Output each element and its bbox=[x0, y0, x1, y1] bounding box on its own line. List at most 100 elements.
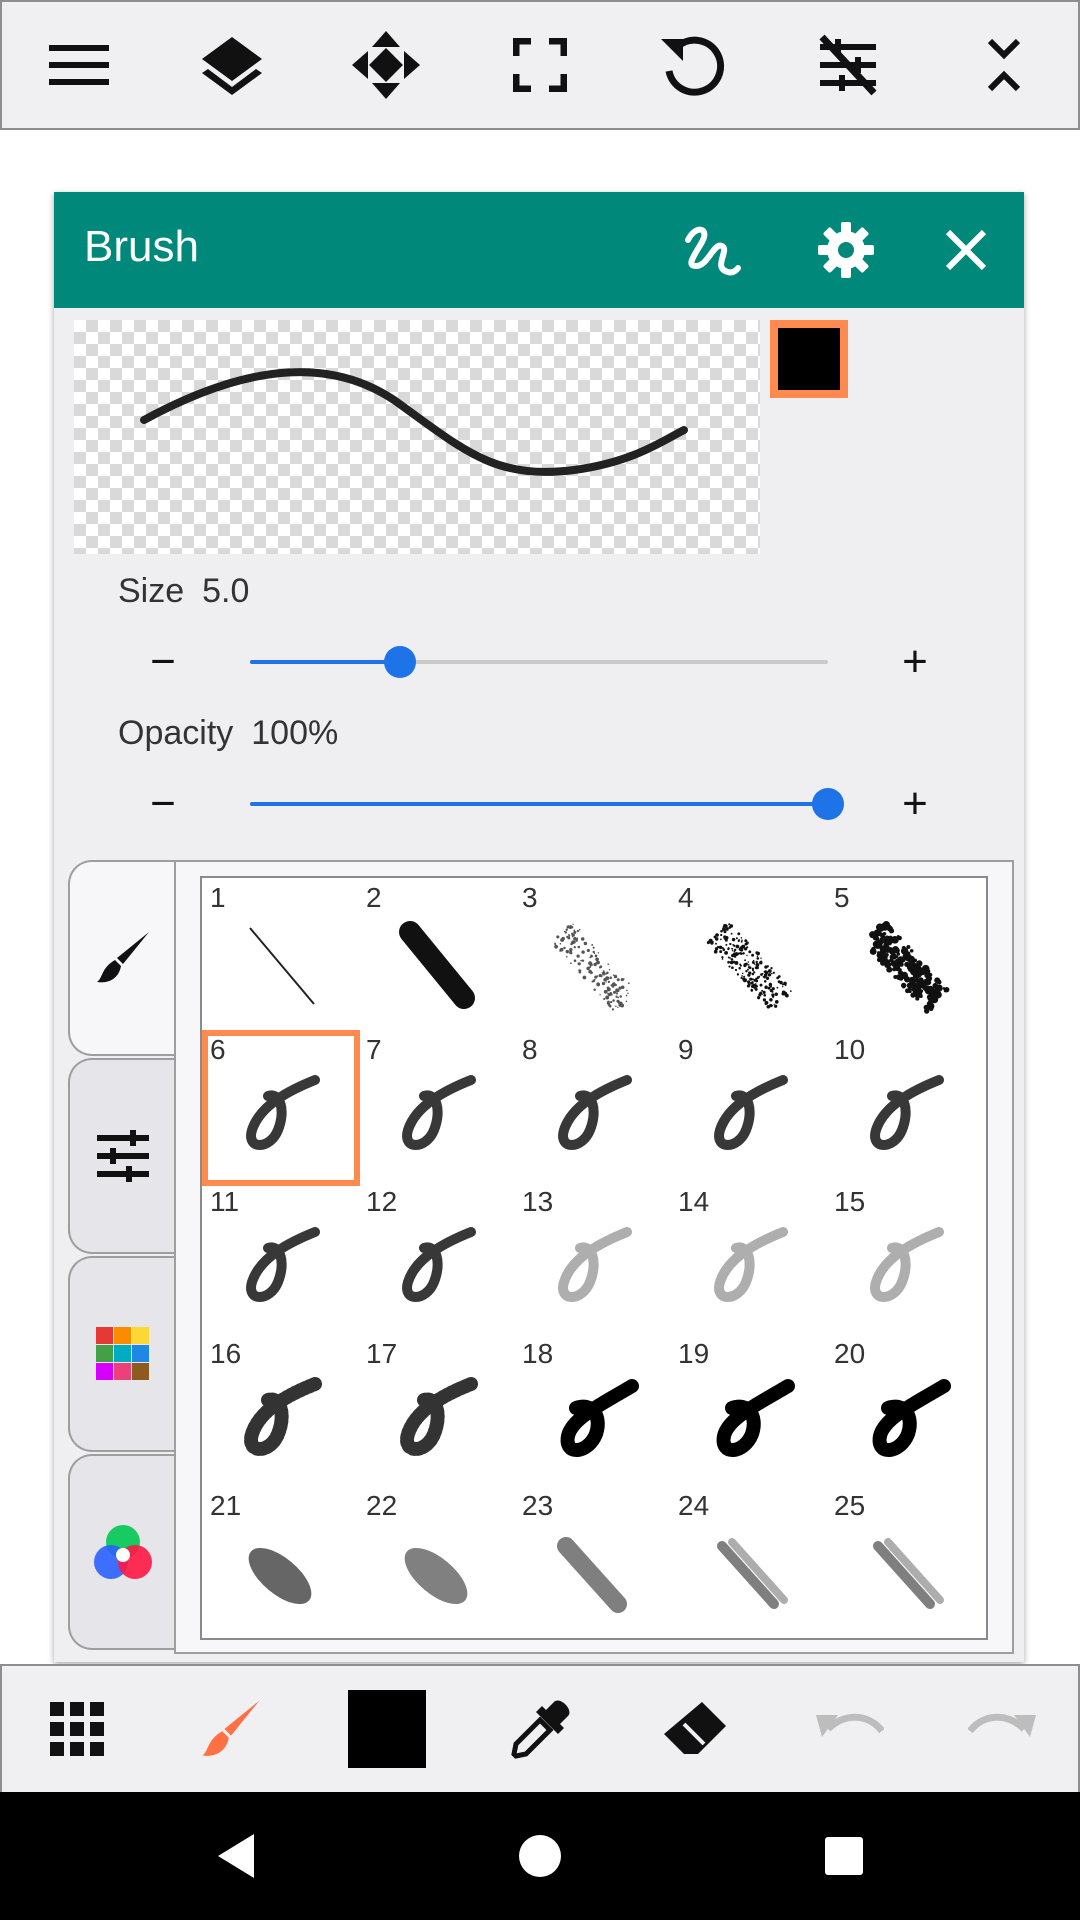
move-icon bbox=[352, 31, 420, 99]
home-button[interactable] bbox=[500, 1816, 580, 1896]
color-button[interactable] bbox=[322, 1666, 452, 1792]
undo-icon bbox=[816, 1713, 884, 1737]
settings-button[interactable] bbox=[806, 210, 886, 290]
opacity-value: 100% bbox=[251, 714, 339, 752]
opacity-slider-thumb[interactable] bbox=[812, 788, 844, 820]
brush-preset-4[interactable]: 4 bbox=[670, 878, 826, 1030]
undo-button[interactable] bbox=[784, 1666, 914, 1792]
brush-preset-5[interactable]: 5 bbox=[826, 878, 982, 1030]
top-toolbar bbox=[0, 0, 1080, 130]
brush-preset-16[interactable]: 16 bbox=[202, 1334, 358, 1486]
brush-preset-15[interactable]: 15 bbox=[826, 1182, 982, 1334]
brush-thumbnail-image bbox=[870, 1227, 944, 1302]
grid-button[interactable] bbox=[12, 1666, 142, 1792]
brush-preset-22[interactable]: 22 bbox=[358, 1486, 514, 1638]
brush-preset-18[interactable]: 18 bbox=[514, 1334, 670, 1486]
grid-icon bbox=[50, 1702, 104, 1756]
brush-thumbnail-image bbox=[558, 1075, 632, 1150]
rotate-button[interactable] bbox=[632, 2, 752, 128]
palette-icon bbox=[96, 1327, 149, 1380]
brush-preview bbox=[74, 320, 760, 554]
size-decrease-button[interactable]: − bbox=[128, 627, 198, 697]
brush-preset-17[interactable]: 17 bbox=[358, 1334, 514, 1486]
size-slider[interactable] bbox=[250, 646, 828, 678]
size-label-row: Size 5.0 bbox=[118, 572, 267, 611]
brush-thumbnail-image bbox=[870, 1075, 944, 1150]
brush-thumbnail-image bbox=[402, 1227, 476, 1302]
brush-preset-20[interactable]: 20 bbox=[826, 1334, 982, 1486]
brush-preset-23[interactable]: 23 bbox=[514, 1486, 670, 1638]
brush-thumbnail-image bbox=[246, 1227, 320, 1302]
brush-thumbnail-image bbox=[873, 1538, 944, 1609]
brush-preset-9[interactable]: 9 bbox=[670, 1030, 826, 1182]
eyedropper-button[interactable] bbox=[476, 1666, 606, 1792]
opacity-slider[interactable] bbox=[250, 788, 844, 820]
brush-thumbnail-image bbox=[554, 923, 630, 1011]
brush-preset-21[interactable]: 21 bbox=[202, 1486, 358, 1638]
brush-thumbnail-image bbox=[244, 1377, 322, 1456]
brush-preset-12[interactable]: 12 bbox=[358, 1182, 514, 1334]
brush-preset-19[interactable]: 19 bbox=[670, 1334, 826, 1486]
eyedropper-icon bbox=[511, 1700, 570, 1759]
brush-preset-14[interactable]: 14 bbox=[670, 1182, 826, 1334]
brush-thumbnail-image bbox=[400, 1377, 478, 1456]
brush-color-swatch[interactable] bbox=[770, 320, 848, 398]
eraser-icon bbox=[664, 1702, 726, 1754]
redo-button[interactable] bbox=[938, 1666, 1068, 1792]
stroke-button[interactable] bbox=[672, 210, 752, 290]
fullscreen-button[interactable] bbox=[480, 2, 600, 128]
move-button[interactable] bbox=[326, 2, 446, 128]
brush-thumbnail-image bbox=[558, 1227, 632, 1302]
menu-button[interactable] bbox=[19, 2, 139, 128]
filter-off-button[interactable] bbox=[788, 2, 908, 128]
tab-palette[interactable] bbox=[68, 1256, 176, 1452]
adjust-icon bbox=[97, 1130, 149, 1182]
opacity-decrease-button[interactable]: − bbox=[128, 769, 198, 839]
brush-preset-25[interactable]: 25 bbox=[826, 1486, 982, 1638]
brush-thumbnail-image bbox=[869, 920, 950, 1014]
size-slider-thumb[interactable] bbox=[384, 646, 417, 678]
opacity-slider-fill bbox=[250, 802, 828, 806]
current-color-swatch bbox=[348, 1690, 426, 1768]
brush-icon bbox=[97, 932, 149, 983]
brush-preset-11[interactable]: 11 bbox=[202, 1182, 358, 1334]
brush-preset-7[interactable]: 7 bbox=[358, 1030, 514, 1182]
tab-color-wheel[interactable] bbox=[68, 1454, 176, 1650]
brush-preset-6[interactable]: 6 bbox=[202, 1030, 360, 1186]
brush-grid: 1 2 3 4 5 6 7 8 9 10 11 12 13 14 15 16 17 18 19 20 21 22 23 24 2… bbox=[200, 876, 988, 1640]
tab-brushes[interactable] bbox=[68, 860, 176, 1056]
close-icon bbox=[945, 229, 987, 271]
brush-preset-3[interactable]: 3 bbox=[514, 878, 670, 1030]
layers-button[interactable] bbox=[172, 2, 292, 128]
brush-thumbnail-image bbox=[716, 1379, 795, 1457]
brush-preset-8[interactable]: 8 bbox=[514, 1030, 670, 1182]
filter-off-icon bbox=[819, 34, 877, 96]
brush-preset-13[interactable]: 13 bbox=[514, 1182, 670, 1334]
size-increase-button[interactable]: + bbox=[880, 627, 950, 697]
settings-icon bbox=[818, 222, 874, 278]
stroke-icon bbox=[685, 226, 741, 276]
size-label: Size bbox=[118, 572, 185, 610]
collapse-button[interactable] bbox=[944, 2, 1064, 128]
brush-tool-button[interactable] bbox=[166, 1666, 296, 1792]
brush-preset-1[interactable]: 1 bbox=[202, 878, 358, 1030]
recents-button[interactable] bbox=[804, 1816, 884, 1896]
opacity-label-row: Opacity 100% bbox=[118, 714, 356, 753]
panel-header: Brush bbox=[54, 192, 1024, 308]
brush-thumbnail-image bbox=[249, 927, 315, 1005]
tab-adjust[interactable] bbox=[68, 1058, 176, 1254]
back-button[interactable] bbox=[196, 1816, 276, 1896]
system-nav-bar bbox=[0, 1792, 1080, 1920]
color-wheel-icon bbox=[94, 1525, 152, 1579]
menu-icon bbox=[49, 45, 109, 85]
eraser-button[interactable] bbox=[630, 1666, 760, 1792]
brush-thumbnail-image bbox=[872, 1379, 951, 1457]
brush-preset-2[interactable]: 2 bbox=[358, 878, 514, 1030]
home-icon bbox=[519, 1835, 561, 1877]
brush-preset-10[interactable]: 10 bbox=[826, 1030, 982, 1182]
opacity-increase-button[interactable]: + bbox=[880, 769, 950, 839]
brush-preset-24[interactable]: 24 bbox=[670, 1486, 826, 1638]
brush-thumbnail-image bbox=[557, 1537, 627, 1613]
bottom-toolbar bbox=[0, 1664, 1080, 1794]
close-button[interactable] bbox=[926, 210, 1006, 290]
